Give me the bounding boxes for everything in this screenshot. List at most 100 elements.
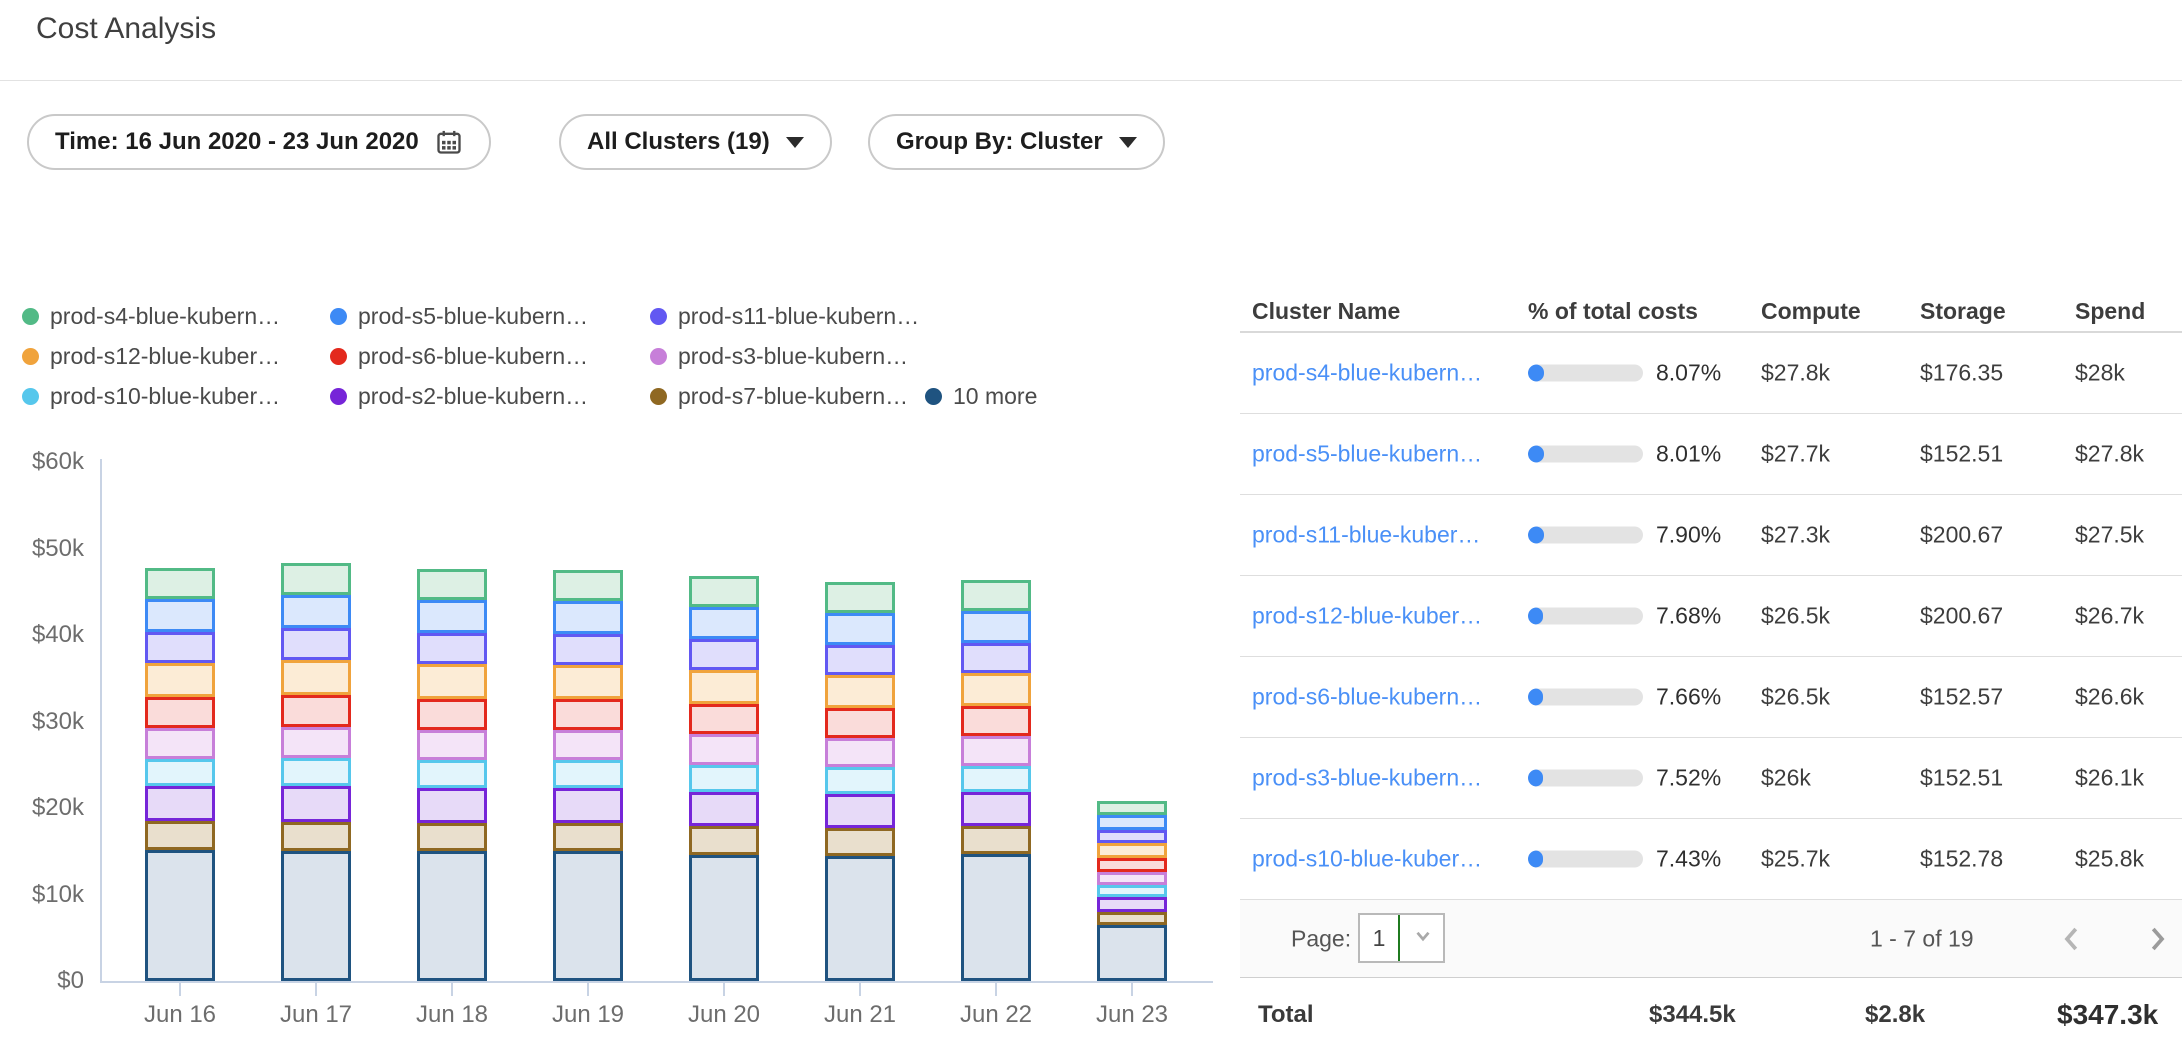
bar-segment-prod-s6-blue-kubern[interactable] xyxy=(417,699,487,730)
legend-item[interactable]: prod-s6-blue-kubern… xyxy=(330,340,588,372)
bar-segment-prod-s2-blue-kubern[interactable] xyxy=(281,786,351,821)
cluster-name-link[interactable]: prod-s12-blue-kuber… xyxy=(1252,603,1482,630)
bar-segment-prod-s3-blue-kubern[interactable] xyxy=(281,727,351,758)
bar-segment-prod-s3-blue-kubern[interactable] xyxy=(689,734,759,764)
bar-segment-prod-s10-blue-kuber[interactable] xyxy=(825,767,895,794)
bar-segment-prod-s3-blue-kubern[interactable] xyxy=(417,730,487,760)
bar-segment-10-more[interactable] xyxy=(825,856,895,981)
cluster-name-link[interactable]: prod-s11-blue-kuber… xyxy=(1252,522,1480,549)
bar-segment-10-more[interactable] xyxy=(689,855,759,981)
legend-item[interactable]: 10 more xyxy=(925,380,1037,412)
legend-item[interactable]: prod-s7-blue-kubern… xyxy=(650,380,908,412)
bar-segment-prod-s4-blue-kubern[interactable] xyxy=(553,570,623,601)
bar-segment-prod-s4-blue-kubern[interactable] xyxy=(281,563,351,595)
cluster-name-link[interactable]: prod-s10-blue-kuber… xyxy=(1252,846,1482,873)
bar-segment-prod-s12-blue-kuber[interactable] xyxy=(825,675,895,708)
bar-segment-prod-s11-blue-kubern[interactable] xyxy=(145,632,215,663)
bar-segment-prod-s5-blue-kubern[interactable] xyxy=(825,613,895,645)
legend-item[interactable]: prod-s10-blue-kuber… xyxy=(22,380,280,412)
bar-segment-prod-s10-blue-kuber[interactable] xyxy=(689,765,759,793)
bar-segment-prod-s2-blue-kubern[interactable] xyxy=(961,792,1031,826)
bar-segment-10-more[interactable] xyxy=(1097,925,1167,981)
bar-segment-prod-s4-blue-kubern[interactable] xyxy=(1097,801,1167,815)
cluster-name-link[interactable]: prod-s5-blue-kubern… xyxy=(1252,441,1482,468)
bar-segment-prod-s11-blue-kubern[interactable] xyxy=(281,628,351,660)
bar-segment-prod-s7-blue-kubern[interactable] xyxy=(961,826,1031,854)
bar-segment-prod-s5-blue-kubern[interactable] xyxy=(145,599,215,632)
bar-segment-prod-s12-blue-kuber[interactable] xyxy=(417,664,487,699)
bar-segment-prod-s7-blue-kubern[interactable] xyxy=(689,826,759,855)
page-number-select[interactable]: 1 xyxy=(1358,913,1445,963)
bar-segment-10-more[interactable] xyxy=(281,851,351,981)
bar-segment-prod-s6-blue-kubern[interactable] xyxy=(825,708,895,738)
bar-segment-prod-s11-blue-kubern[interactable] xyxy=(553,634,623,665)
bar-segment-prod-s2-blue-kubern[interactable] xyxy=(417,788,487,823)
bar-segment-prod-s5-blue-kubern[interactable] xyxy=(1097,815,1167,830)
bar-segment-prod-s3-blue-kubern[interactable] xyxy=(825,738,895,767)
bar-segment-10-more[interactable] xyxy=(961,854,1031,981)
bar-segment-prod-s12-blue-kuber[interactable] xyxy=(689,670,759,704)
bar-segment-prod-s6-blue-kubern[interactable] xyxy=(145,697,215,728)
bar-segment-prod-s12-blue-kuber[interactable] xyxy=(961,673,1031,706)
clusters-filter-dropdown[interactable]: All Clusters (19) xyxy=(559,114,832,170)
bar-segment-prod-s6-blue-kubern[interactable] xyxy=(689,704,759,734)
bar-segment-prod-s7-blue-kubern[interactable] xyxy=(825,828,895,856)
legend-item[interactable]: prod-s5-blue-kubern… xyxy=(330,300,588,332)
bar-segment-prod-s6-blue-kubern[interactable] xyxy=(961,706,1031,736)
cluster-name-link[interactable]: prod-s4-blue-kubern… xyxy=(1252,360,1482,387)
bar-segment-prod-s10-blue-kuber[interactable] xyxy=(961,766,1031,793)
bar-segment-prod-s7-blue-kubern[interactable] xyxy=(553,823,623,852)
bar-segment-prod-s7-blue-kubern[interactable] xyxy=(417,823,487,852)
bar-segment-prod-s5-blue-kubern[interactable] xyxy=(417,600,487,633)
bar-segment-prod-s10-blue-kuber[interactable] xyxy=(417,760,487,788)
bar-segment-prod-s12-blue-kuber[interactable] xyxy=(281,660,351,695)
legend-item[interactable]: prod-s12-blue-kuber… xyxy=(22,340,280,372)
bar-segment-prod-s10-blue-kuber[interactable] xyxy=(145,759,215,787)
bar-segment-prod-s2-blue-kubern[interactable] xyxy=(553,788,623,823)
cluster-name-link[interactable]: prod-s3-blue-kubern… xyxy=(1252,765,1482,792)
bar-segment-prod-s6-blue-kubern[interactable] xyxy=(1097,858,1167,872)
bar-segment-10-more[interactable] xyxy=(145,850,215,981)
bar-segment-prod-s3-blue-kubern[interactable] xyxy=(961,736,1031,765)
prev-page-button[interactable] xyxy=(2055,922,2089,956)
bar-segment-prod-s5-blue-kubern[interactable] xyxy=(281,595,351,628)
legend-item[interactable]: prod-s4-blue-kubern… xyxy=(22,300,280,332)
bar-segment-prod-s10-blue-kuber[interactable] xyxy=(553,760,623,788)
bar-segment-prod-s6-blue-kubern[interactable] xyxy=(281,695,351,727)
bar-segment-prod-s3-blue-kubern[interactable] xyxy=(1097,872,1167,885)
bar-segment-10-more[interactable] xyxy=(417,851,487,981)
next-page-button[interactable] xyxy=(2140,922,2174,956)
bar-segment-prod-s12-blue-kuber[interactable] xyxy=(1097,843,1167,858)
bar-segment-10-more[interactable] xyxy=(553,851,623,981)
bar-segment-prod-s4-blue-kubern[interactable] xyxy=(825,582,895,612)
group-by-dropdown[interactable]: Group By: Cluster xyxy=(868,114,1165,170)
bar-segment-prod-s5-blue-kubern[interactable] xyxy=(689,607,759,639)
bar-segment-prod-s10-blue-kuber[interactable] xyxy=(1097,885,1167,897)
bar-segment-prod-s12-blue-kuber[interactable] xyxy=(145,663,215,698)
legend-item[interactable]: prod-s2-blue-kubern… xyxy=(330,380,588,412)
time-range-filter-button[interactable]: Time: 16 Jun 2020 - 23 Jun 2020 xyxy=(27,114,491,170)
bar-segment-prod-s6-blue-kubern[interactable] xyxy=(553,699,623,730)
bar-segment-prod-s11-blue-kubern[interactable] xyxy=(1097,830,1167,844)
bar-segment-prod-s4-blue-kubern[interactable] xyxy=(417,569,487,600)
bar-segment-prod-s5-blue-kubern[interactable] xyxy=(961,611,1031,643)
bar-segment-prod-s7-blue-kubern[interactable] xyxy=(145,821,215,850)
bar-segment-prod-s12-blue-kuber[interactable] xyxy=(553,665,623,699)
bar-segment-prod-s5-blue-kubern[interactable] xyxy=(553,601,623,634)
bar-segment-prod-s2-blue-kubern[interactable] xyxy=(1097,897,1167,912)
bar-segment-prod-s4-blue-kubern[interactable] xyxy=(961,580,1031,611)
legend-item[interactable]: prod-s3-blue-kubern… xyxy=(650,340,908,372)
bar-segment-prod-s2-blue-kubern[interactable] xyxy=(825,794,895,828)
bar-segment-prod-s7-blue-kubern[interactable] xyxy=(281,822,351,851)
bar-segment-prod-s3-blue-kubern[interactable] xyxy=(553,730,623,760)
bar-segment-prod-s7-blue-kubern[interactable] xyxy=(1097,912,1167,925)
legend-item[interactable]: prod-s11-blue-kubern… xyxy=(650,300,919,332)
bar-segment-prod-s11-blue-kubern[interactable] xyxy=(417,633,487,664)
bar-segment-prod-s11-blue-kubern[interactable] xyxy=(961,643,1031,673)
bar-segment-prod-s11-blue-kubern[interactable] xyxy=(689,639,759,670)
bar-segment-prod-s4-blue-kubern[interactable] xyxy=(689,576,759,607)
bar-segment-prod-s3-blue-kubern[interactable] xyxy=(145,728,215,758)
bar-segment-prod-s2-blue-kubern[interactable] xyxy=(145,786,215,821)
bar-segment-prod-s2-blue-kubern[interactable] xyxy=(689,792,759,826)
bar-segment-prod-s11-blue-kubern[interactable] xyxy=(825,645,895,675)
